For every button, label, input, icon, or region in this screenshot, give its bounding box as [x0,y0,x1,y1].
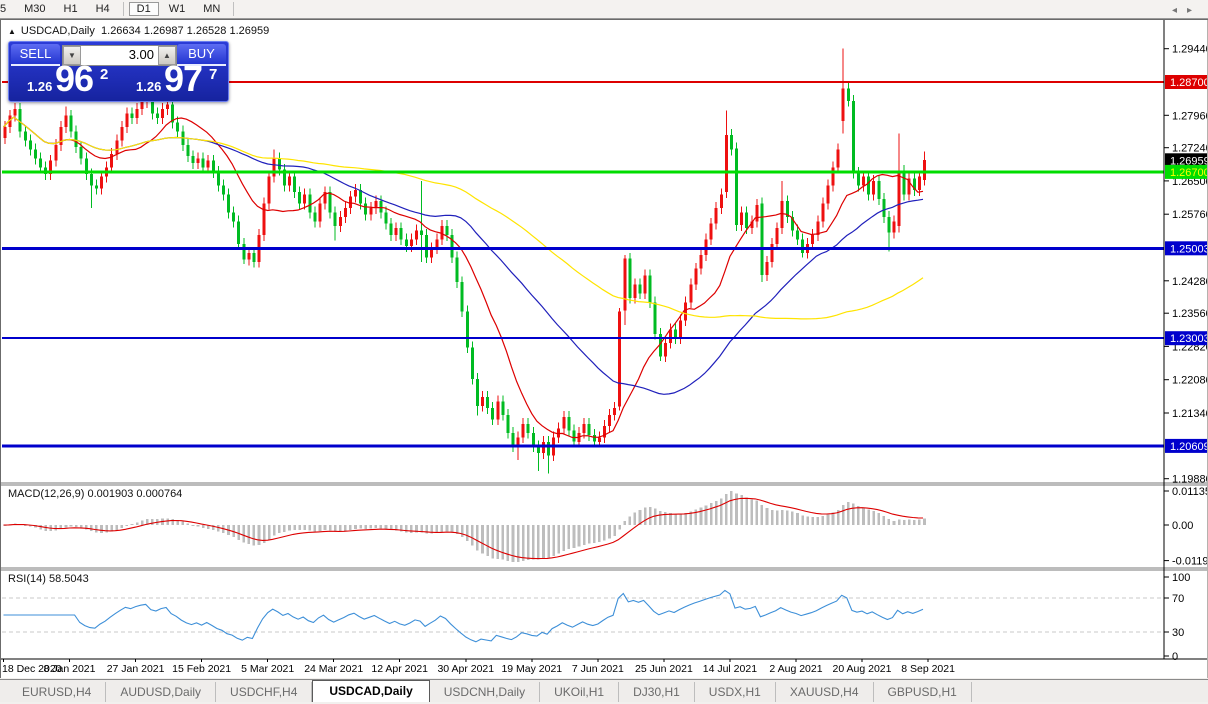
price-tick-label: 1.22080 [1172,375,1208,387]
ohlc-values: 1.26634 1.26987 1.26528 1.26959 [101,25,270,37]
price-badge: 1.23003 [1165,331,1208,346]
svg-text:1.23003: 1.23003 [1170,333,1208,345]
collapse-arrow-icon[interactable]: ▲ [8,27,16,36]
one-click-trade-widget: SELL ▼ 3.00 ▲ BUY 1.26 96 2 1.26 97 7 [8,41,229,102]
macd-values: 0.001903 0.000764 [87,488,183,500]
date-tick-label: 14 Jul 2021 [703,663,757,675]
price-badge: 1.25003 [1165,241,1208,256]
tab-scroll-left-icon[interactable]: ◂ [1172,5,1187,16]
sell-price-pip: 2 [100,66,109,83]
date-tick-label: 12 Apr 2021 [371,663,428,675]
price-tick-label: 1.27240 [1172,143,1208,155]
symbol-tab-ukoil[interactable]: UKOil,H1 [540,682,620,703]
buy-price-pip: 7 [209,66,218,83]
price-badge: 1.28700 [1165,75,1208,89]
date-tick-label: 27 Jan 2021 [107,663,165,675]
date-tick-label: 8 Jan 2021 [44,663,96,675]
tab-scroll-right-icon[interactable]: ▸ [1187,5,1202,16]
chart-background [0,20,1208,678]
price-tick-label: 1.24280 [1172,276,1208,288]
rsi-tick-label: 30 [1172,627,1184,639]
rsi-tick-label: 100 [1172,572,1190,584]
timeframe-button-h1[interactable]: H1 [56,2,86,16]
date-tick-label: 15 Feb 2021 [172,663,231,675]
price-badge: 1.20609 [1165,438,1208,453]
date-tick-label: 25 Jun 2021 [635,663,693,675]
chart-window[interactable]: 1.29440 1.27960 1.27240 1.26500 1.25760 1.242… [0,19,1208,678]
symbol-tab-eurusd[interactable]: EURUSD,H4 [8,682,107,703]
chart-canvas[interactable]: 1.294401.279601.272401.265001.257601.242… [0,20,1208,678]
sell-price-prefix: 1.26 [27,79,53,94]
rsi-tick-label: 0 [1172,651,1178,663]
symbol-tab-usdchf[interactable]: USDCHF,H4 [216,682,313,703]
date-tick-label: 7 Jun 2021 [572,663,624,675]
date-tick-label: 8 Sep 2021 [901,663,955,675]
date-tick-label: 2 Aug 2021 [769,663,822,675]
price-tick-label: 1.21340 [1172,408,1208,420]
svg-text:1.28700: 1.28700 [1170,77,1208,89]
symbol-tab-xauusd[interactable]: XAUUSD,H4 [776,682,874,703]
date-tick-label: 30 Apr 2021 [437,663,494,675]
rsi-tick-label: 70 [1172,593,1184,605]
buy-price-main: 97 [164,58,203,99]
date-tick-label: 19 May 2021 [501,663,562,675]
price-tick-label: 1.27960 [1172,110,1208,122]
timeframe-button-d1[interactable]: D1 [128,2,159,16]
symbol-tab-dj30[interactable]: DJ30,H1 [619,682,695,703]
sell-price-main: 96 [55,58,94,99]
timeframe-button-mn[interactable]: MN [195,2,228,16]
svg-text:1.25003: 1.25003 [1170,243,1208,255]
macd-tick-label: 0.00 [1172,520,1193,532]
tab-scroll-arrows: ◂▸ [1172,5,1202,16]
rsi-label: RSI(14) 58.5043 [8,573,89,585]
symbol-tab-usdx[interactable]: USDX,H1 [695,682,776,703]
price-tick-label: 1.29440 [1172,44,1208,56]
toolbar-separator [233,2,235,16]
timeframe-button-h4[interactable]: H4 [88,2,118,16]
symbol-name: USDCAD,Daily [20,25,95,37]
rsi-name: RSI(14) [8,573,46,585]
date-tick-label: 24 Mar 2021 [304,663,363,675]
rsi-value: 58.5043 [48,573,89,585]
macd-tick-label: -0.01190 [1172,556,1208,568]
macd-label: MACD(12,26,9) 0.001903 0.000764 [8,488,182,500]
macd-name: MACD(12,26,9) [8,488,85,500]
svg-text:1.20609: 1.20609 [1170,441,1208,453]
symbol-tab-usdcad[interactable]: USDCAD,Daily [312,680,430,703]
timeframe-button-m30[interactable]: M30 [16,2,53,16]
price-badge: 1.26700 [1165,164,1208,179]
symbol-tab-audusd[interactable]: AUDUSD,Daily [106,682,217,703]
buy-price[interactable]: 1.26 97 7 [120,58,226,99]
date-tick-label: 5 Mar 2021 [241,663,294,675]
timeframe-toolbar: 5 M30 H1 H4 D1 W1 MN [0,0,1208,19]
symbol-tab-usdcnh[interactable]: USDCNH,Daily [430,682,541,703]
svg-text:1.26700: 1.26700 [1170,167,1208,179]
price-tick-label: 1.23560 [1172,308,1208,320]
sell-button[interactable]: SELL [11,44,60,66]
timeframe-button-5[interactable]: 5 [0,2,14,16]
symbol-tab-gbpusd[interactable]: GBPUSD,H1 [874,682,972,703]
toolbar-separator [122,2,124,16]
timeframe-button-w1[interactable]: W1 [161,2,194,16]
macd-tick-label: 0.01135 [1172,486,1208,498]
symbol-tab-bar: EURUSD,H4 AUDUSD,Daily USDCHF,H4 USDCAD,Dai… [0,679,1208,703]
date-tick-label: 20 Aug 2021 [833,663,892,675]
sell-price[interactable]: 1.26 96 2 [11,58,117,99]
symbol-header: ▲ USDCAD,Daily 1.26634 1.26987 1.26528 1.… [8,25,269,37]
price-tick-label: 1.19880 [1172,474,1208,486]
price-tick-label: 1.25760 [1172,209,1208,221]
buy-price-prefix: 1.26 [136,79,162,94]
